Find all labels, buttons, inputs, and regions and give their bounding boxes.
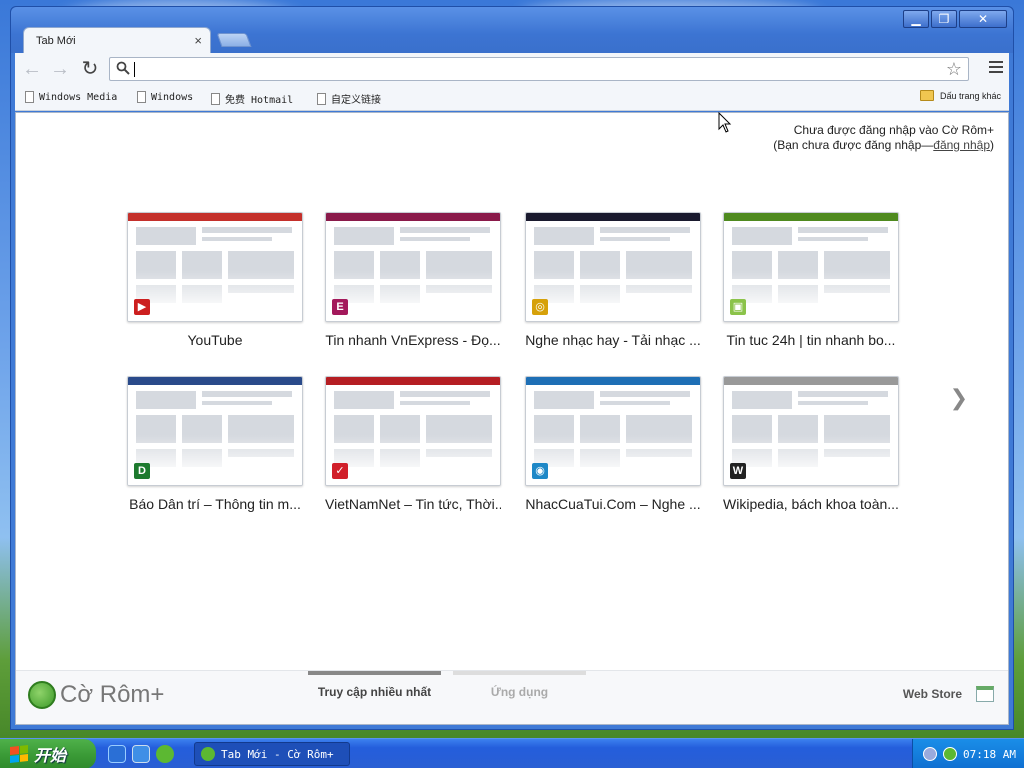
start-label: 开始 — [34, 748, 67, 765]
bookmarks-bar: Windows Media Windows 免费 Hotmail 自定义链接 D… — [15, 85, 1009, 111]
site-favicon-icon: ◉ — [532, 463, 548, 479]
mouse-cursor-icon — [718, 112, 732, 133]
tile-title: Tin tuc 24h | tin nhanh bo... — [726, 332, 896, 348]
most-visited-tile[interactable]: D Báo Dân trí – Thông tin m... — [127, 376, 303, 512]
volume-icon[interactable] — [923, 747, 937, 761]
menu-icon[interactable] — [989, 61, 1003, 76]
tile-title: Báo Dân trí – Thông tin m... — [129, 496, 301, 512]
taskbar-window-label: Tab Mới - Cờ Rôm+ — [221, 747, 334, 761]
search-icon — [116, 61, 130, 75]
bookmark-windows-media[interactable]: Windows Media — [25, 91, 117, 103]
footer-tabs: Truy cập nhiều nhất Ứng dụng — [308, 671, 586, 699]
tab-title: Tab Mới — [36, 35, 76, 47]
taskbar-window-button[interactable]: Tab Mới - Cờ Rôm+ — [194, 742, 350, 766]
tile-thumbnail: ▣ — [723, 212, 899, 322]
bookmark-label: Windows — [151, 91, 194, 103]
back-arrow-icon[interactable]: ← — [21, 58, 43, 80]
text-caret — [134, 62, 135, 77]
new-tab-page: Chưa được đăng nhập vào Cờ Rôm+ (Bạn chư… — [15, 112, 1009, 725]
site-favicon-icon: E — [332, 299, 348, 315]
most-visited-tile[interactable]: ◎ Nghe nhạc hay - Tải nhạc ... — [525, 212, 701, 348]
tile-thumbnail: ◎ — [525, 212, 701, 322]
page-icon — [137, 91, 146, 103]
page-icon — [211, 92, 220, 105]
bookmark-custom-links[interactable]: 自定义链接 — [317, 91, 381, 106]
tab-apps[interactable]: Ứng dụng — [453, 671, 586, 699]
folder-icon — [919, 90, 934, 101]
web-store-icon — [976, 686, 994, 702]
signin-link[interactable]: đăng nhập — [933, 138, 990, 152]
web-store-link[interactable]: Web Store — [903, 686, 994, 702]
tile-thumbnail: E — [325, 212, 501, 322]
tile-title: Tin nhanh VnExpress - Đọ... — [325, 332, 501, 348]
brand-name: Cờ Rôm+ — [60, 681, 165, 708]
next-page-arrow-icon[interactable]: ❯ — [950, 385, 968, 411]
toolbar: ← → ↻ ☆ — [15, 53, 1009, 85]
omnibox-input[interactable]: ☆ — [109, 57, 969, 81]
tile-thumbnail: D — [127, 376, 303, 486]
taskbar: 开始 Tab Mới - Cờ Rôm+ 07:18 AM — [0, 738, 1024, 768]
other-bookmarks-label: Dấu trang khác — [939, 90, 1001, 101]
site-favicon-icon: ◎ — [532, 299, 548, 315]
bookmark-star-icon[interactable]: ☆ — [946, 59, 962, 80]
bookmark-hotmail[interactable]: 免费 Hotmail — [211, 91, 293, 106]
most-visited-tile[interactable]: ✓ VietNamNet – Tin tức, Thời... — [325, 376, 501, 512]
most-visited-tile[interactable]: E Tin nhanh VnExpress - Đọ... — [325, 212, 501, 348]
coc-coc-icon — [201, 747, 215, 761]
minimize-button[interactable]: ▁ — [903, 10, 929, 28]
site-favicon-icon: ✓ — [332, 463, 348, 479]
tile-title: VietNamNet – Tin tức, Thời... — [325, 496, 501, 512]
ntp-footer: Cờ Rôm+ Truy cập nhiều nhất Ứng dụng Web… — [16, 670, 1008, 724]
system-tray: 07:18 AM — [912, 739, 1024, 768]
page-icon — [317, 92, 326, 105]
tile-thumbnail: ◉ — [525, 376, 701, 486]
coc-coc-logo-icon — [28, 681, 56, 709]
start-button[interactable]: 开始 — [0, 739, 96, 768]
maximize-button[interactable]: ❐ — [931, 10, 957, 28]
tile-title: YouTube — [187, 332, 243, 348]
most-visited-tile[interactable]: ◉ NhacCuaTui.Com – Nghe ... — [525, 376, 701, 512]
signin-notice: Chưa được đăng nhập vào Cờ Rôm+ (Bạn chư… — [773, 123, 994, 153]
windows-flag-icon — [10, 745, 28, 763]
tab-most-visited[interactable]: Truy cập nhiều nhất — [308, 671, 441, 699]
tile-title: Nghe nhạc hay - Tải nhạc ... — [525, 332, 701, 348]
tile-thumbnail: ▶ — [127, 212, 303, 322]
reload-icon[interactable]: ↻ — [79, 58, 101, 80]
tile-title: NhacCuaTui.Com – Nghe ... — [525, 496, 701, 512]
brand-logo: Cờ Rôm+ — [28, 681, 164, 709]
new-tab-button[interactable] — [216, 33, 252, 47]
tile-title: Wikipedia, bách khoa toàn... — [723, 496, 899, 512]
site-favicon-icon: W — [730, 463, 746, 479]
most-visited-tile[interactable]: ▶ YouTube — [127, 212, 303, 348]
browser-window: ▁ ❐ ✕ Tab Mới × ← → ↻ ☆ Windows Media Wi — [10, 6, 1014, 730]
site-favicon-icon: D — [134, 463, 150, 479]
clock: 07:18 AM — [963, 747, 1016, 761]
tab-close-icon[interactable]: × — [194, 33, 202, 48]
window-controls: ▁ ❐ ✕ — [903, 10, 1007, 28]
site-favicon-icon: ▣ — [730, 299, 746, 315]
ie-alt-icon[interactable] — [132, 745, 150, 763]
tile-thumbnail: W — [723, 376, 899, 486]
most-visited-tile[interactable]: ▣ Tin tuc 24h | tin nhanh bo... — [723, 212, 899, 348]
bookmark-windows[interactable]: Windows — [137, 91, 193, 103]
tile-thumbnail: ✓ — [325, 376, 501, 486]
other-bookmarks-button[interactable]: Dấu trang khác — [919, 90, 1001, 101]
most-visited-tile[interactable]: W Wikipedia, bách khoa toàn... — [723, 376, 899, 512]
coc-coc-quicklaunch-icon[interactable] — [156, 745, 174, 763]
bookmark-label: 自定义链接 — [331, 95, 381, 106]
ie-icon[interactable] — [108, 745, 126, 763]
signin-hint: (Bạn chưa được đăng nhập—đăng nhập) — [773, 138, 994, 152]
forward-arrow-icon[interactable]: → — [49, 58, 71, 80]
bookmark-label: Windows Media — [39, 91, 118, 103]
signin-status: Chưa được đăng nhập vào Cờ Rôm+ — [793, 123, 994, 137]
network-icon[interactable] — [943, 747, 957, 761]
page-icon — [25, 91, 34, 103]
tab-new-tab[interactable]: Tab Mới × — [23, 27, 211, 53]
web-store-label: Web Store — [902, 687, 962, 701]
bookmark-label: 免费 Hotmail — [225, 95, 294, 106]
close-window-button[interactable]: ✕ — [959, 10, 1007, 28]
site-favicon-icon: ▶ — [134, 299, 150, 315]
